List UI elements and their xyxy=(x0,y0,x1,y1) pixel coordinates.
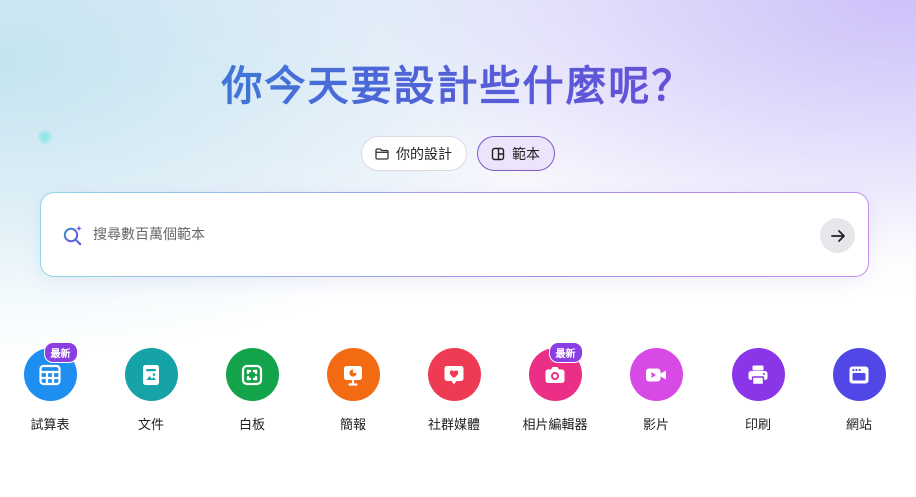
category-website[interactable]: 網站 xyxy=(814,348,904,433)
category-docs[interactable]: 文件 xyxy=(106,348,196,433)
new-badge: 最新 xyxy=(43,342,78,363)
category-label: 影片 xyxy=(642,418,669,433)
category-label: 相片編輯器 xyxy=(522,418,588,433)
tab-templates[interactable]: 範本 xyxy=(477,136,555,171)
category-icon-circle: 最新 xyxy=(23,342,78,401)
category-label: 網站 xyxy=(845,418,872,433)
category-label: 白板 xyxy=(238,418,265,433)
category-whiteboard[interactable]: 白板 xyxy=(207,348,297,433)
category-label: 文件 xyxy=(137,418,164,433)
category-icon-circle xyxy=(326,348,380,401)
category-presentation[interactable]: 簡報 xyxy=(308,348,398,433)
category-print[interactable]: 印刷 xyxy=(713,348,803,433)
category-video[interactable]: 影片 xyxy=(611,348,701,433)
arrow-right-icon xyxy=(830,229,845,242)
camera-icon xyxy=(545,366,565,383)
folder-icon xyxy=(375,147,389,160)
category-icon-circle xyxy=(427,348,481,401)
category-icon-circle: 最新 xyxy=(528,342,583,401)
document-icon xyxy=(143,364,159,385)
category-shortcuts: 最新 試算表 文件 白板 簡報 社群媒體 最新 相片編輯器 影片 印刷 網站 xyxy=(0,342,916,438)
category-label: 簡報 xyxy=(339,418,366,433)
template-icon xyxy=(491,147,505,160)
category-icon-circle xyxy=(731,348,785,401)
category-icon-circle xyxy=(225,348,279,401)
search-box[interactable] xyxy=(40,192,869,277)
heart-chat-icon xyxy=(444,365,464,384)
category-label: 印刷 xyxy=(744,418,771,433)
category-icon-circle xyxy=(832,348,886,401)
tab-label: 範本 xyxy=(512,146,540,163)
tab-your-designs[interactable]: 你的設計 xyxy=(361,136,467,171)
page-title: 你今天要設計些什麼呢？ xyxy=(0,52,916,112)
search-submit-button[interactable] xyxy=(820,218,855,253)
category-icon-circle xyxy=(124,348,178,401)
category-spreadsheet[interactable]: 最新 試算表 xyxy=(5,342,95,433)
presentation-icon xyxy=(344,365,362,386)
website-icon xyxy=(849,366,869,383)
category-label: 試算表 xyxy=(30,418,70,433)
design-source-tabs: 你的設計 範本 xyxy=(0,136,916,171)
printer-icon xyxy=(748,365,768,385)
category-label: 社群媒體 xyxy=(427,418,480,433)
search-input[interactable] xyxy=(93,223,793,247)
new-badge: 最新 xyxy=(548,342,583,363)
category-icon-circle xyxy=(629,348,683,401)
spreadsheet-icon xyxy=(39,364,61,385)
category-photo-editor[interactable]: 最新 相片編輯器 xyxy=(510,342,600,433)
video-icon xyxy=(646,368,666,381)
tab-label: 你的設計 xyxy=(396,146,452,163)
whiteboard-icon xyxy=(241,364,263,385)
magic-search-icon xyxy=(63,225,82,246)
category-social-media[interactable]: 社群媒體 xyxy=(409,348,499,433)
